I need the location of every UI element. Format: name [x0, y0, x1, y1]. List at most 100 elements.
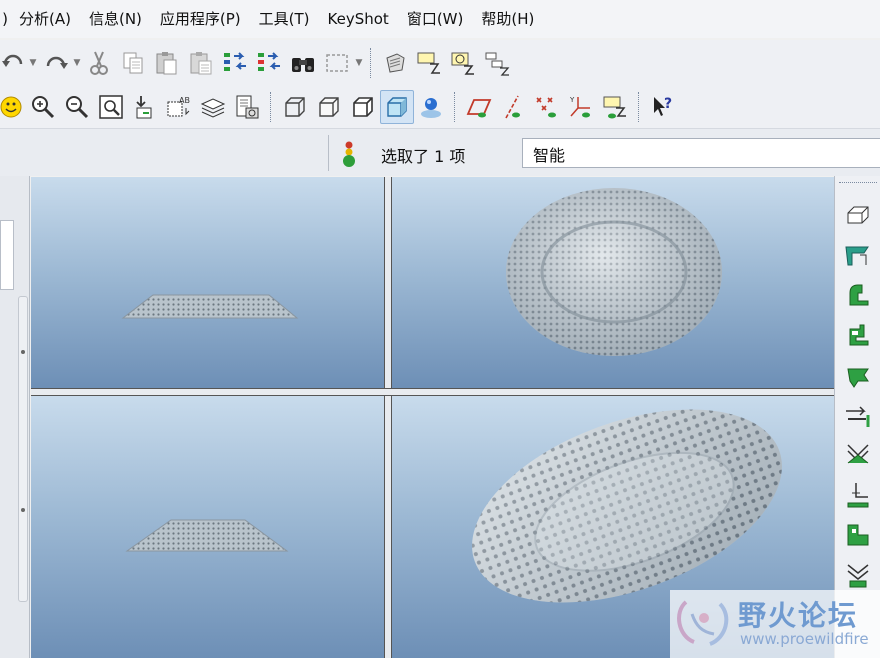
- axis-display-icon: [505, 95, 520, 119]
- shading-icon: [387, 97, 407, 117]
- sweep-icon: [849, 284, 869, 306]
- bend-button[interactable]: [841, 438, 875, 472]
- csys-display-button[interactable]: Y: [564, 90, 598, 124]
- spin-center-button[interactable]: [378, 46, 412, 80]
- menu-keyshot[interactable]: KeyShot: [319, 0, 398, 38]
- form-icon: [847, 524, 869, 546]
- select-box-icon: [326, 54, 348, 72]
- part-top-view: [506, 188, 722, 356]
- rip-button[interactable]: [841, 398, 875, 432]
- redo-icon: [46, 56, 68, 69]
- model-tree-button[interactable]: [230, 90, 264, 124]
- selection-strip: 选取了 1 项 智能: [0, 128, 880, 176]
- hidden-line-button[interactable]: [312, 90, 346, 124]
- smiley-button[interactable]: [0, 90, 26, 124]
- view-manager-button[interactable]: [412, 46, 446, 80]
- select-box-button[interactable]: [320, 46, 354, 80]
- viewport-side[interactable]: [31, 396, 384, 658]
- menu-bar: ) 分析(A) 信息(N) 应用程序(P) 工具(T) KeyShot 窗口(W…: [0, 0, 880, 38]
- menu-info[interactable]: 信息(N): [80, 0, 151, 38]
- viewport-top[interactable]: [392, 177, 834, 388]
- paste-icon: [156, 52, 177, 75]
- layer-tree-icon: [485, 52, 510, 76]
- select-box-dropdown[interactable]: ▼: [354, 46, 364, 80]
- paste-special-button[interactable]: [184, 46, 218, 80]
- point-display-button[interactable]: [530, 90, 564, 124]
- find-button[interactable]: [286, 46, 320, 80]
- regenerate-manager-button[interactable]: [252, 46, 286, 80]
- copy-button[interactable]: [116, 46, 150, 80]
- axis-display-button[interactable]: [496, 90, 530, 124]
- reorient-button[interactable]: [128, 90, 162, 124]
- blend-button[interactable]: [841, 318, 875, 352]
- plane-display-button[interactable]: [462, 90, 496, 124]
- view-manager-icon: [417, 52, 440, 74]
- selection-filter-select[interactable]: 智能: [522, 138, 880, 168]
- annotation-icon: AB: [167, 96, 190, 117]
- redo-button[interactable]: [38, 46, 72, 80]
- sash-grip: [21, 350, 25, 354]
- whats-this-button[interactable]: ?: [646, 90, 680, 124]
- menu-tools[interactable]: 工具(T): [250, 0, 319, 38]
- forum-watermark: 野火论坛 www.proewildfire: [670, 590, 880, 658]
- layers-button[interactable]: [196, 90, 230, 124]
- enhanced-realism-button[interactable]: [414, 90, 448, 124]
- menu-applications[interactable]: 应用程序(P): [151, 0, 250, 38]
- menu-help[interactable]: 帮助(H): [472, 0, 543, 38]
- annotation-display-button[interactable]: [598, 90, 632, 124]
- saved-views-button[interactable]: [446, 46, 480, 80]
- forum-logo-icon: [677, 600, 729, 646]
- feature-toolbar: [834, 176, 880, 658]
- punch-button[interactable]: [841, 558, 875, 592]
- csys-display-icon: Y: [569, 96, 590, 118]
- rip-icon: [846, 406, 870, 427]
- paste-button[interactable]: [150, 46, 184, 80]
- viewport-splitter-vertical[interactable]: [384, 177, 392, 658]
- menu-analysis[interactable]: 分析(A): [10, 0, 80, 38]
- viewport-splitter-horizontal[interactable]: [31, 388, 834, 396]
- toolbar-separator: [454, 92, 456, 122]
- undo-button[interactable]: [0, 46, 28, 80]
- revolve-button[interactable]: [841, 238, 875, 272]
- strip-divider: [328, 135, 329, 171]
- shading-button[interactable]: [380, 90, 414, 124]
- zoom-out-icon: [66, 96, 89, 119]
- svg-text:?: ?: [664, 96, 672, 112]
- menu-window[interactable]: 窗口(W): [398, 0, 473, 38]
- layer-tree-button[interactable]: [480, 46, 514, 80]
- redo-dropdown[interactable]: ▼: [72, 46, 82, 80]
- whats-this-icon: ?: [654, 96, 672, 116]
- bend-icon: [847, 444, 869, 464]
- undo-dropdown[interactable]: ▼: [28, 46, 38, 80]
- toolbar-grip: [839, 182, 877, 184]
- status-light-icon: [343, 141, 355, 167]
- svg-text:Y: Y: [569, 96, 575, 104]
- revolve-icon: [845, 246, 869, 266]
- navigator-tab[interactable]: [0, 220, 14, 290]
- hidden-line-icon: [319, 97, 339, 117]
- toolbar-separator: [638, 92, 640, 122]
- smiley-icon: [0, 96, 22, 118]
- cut-button[interactable]: [82, 46, 116, 80]
- zoom-in-button[interactable]: [26, 90, 60, 124]
- selection-count-text: 选取了 1 项: [381, 147, 466, 166]
- reorient-icon: [136, 96, 152, 119]
- navigator-sash[interactable]: [18, 296, 28, 602]
- form-button[interactable]: [841, 518, 875, 552]
- regenerate-button[interactable]: [218, 46, 252, 80]
- refit-button[interactable]: [94, 90, 128, 124]
- viewport-front[interactable]: [31, 177, 384, 388]
- sweep-button[interactable]: [841, 278, 875, 312]
- unbend-button[interactable]: [841, 478, 875, 512]
- menu-partial-item[interactable]: ): [0, 0, 10, 38]
- no-hidden-button[interactable]: [346, 90, 380, 124]
- extrude-icon: [847, 206, 869, 224]
- annotation-button[interactable]: AB: [162, 90, 196, 124]
- regenerate-icon: [224, 52, 246, 71]
- part-front-view: [121, 294, 299, 319]
- extrude-button[interactable]: [841, 198, 875, 232]
- wireframe-button[interactable]: [278, 90, 312, 124]
- refit-icon: [99, 95, 123, 119]
- flange-button[interactable]: [841, 358, 875, 392]
- zoom-out-button[interactable]: [60, 90, 94, 124]
